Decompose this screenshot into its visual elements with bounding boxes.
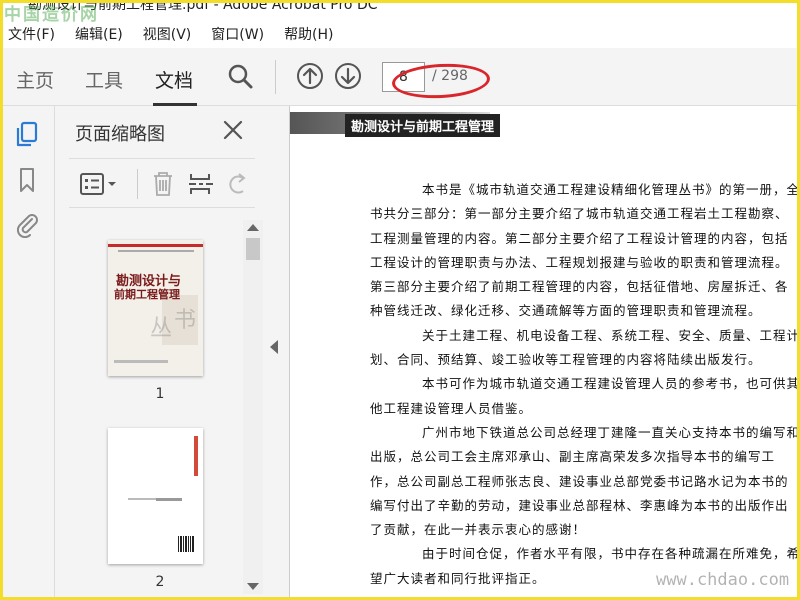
next-page-icon[interactable]: [334, 62, 362, 90]
rotate-page-icon[interactable]: [223, 171, 251, 197]
thumbnail-label-2: 2: [155, 574, 165, 590]
document-line: 划、合同、预结算、竣工验收等工程管理的内容将陆续出版发行。: [370, 352, 762, 368]
left-navigation-rail: [0, 106, 55, 600]
document-view[interactable]: 勘测设计与前期工程管理 本书是《城市轨道交通工程建设精细化管理丛书》的第一册，全…: [289, 106, 800, 600]
scrollbar-thumb[interactable]: [246, 238, 260, 260]
previous-page-icon[interactable]: [296, 62, 324, 90]
watermark-top-left: 中国造价网: [4, 5, 99, 25]
menu-bar: 文件(F) 编辑(E) 视图(V) 窗口(W) 帮助(H): [0, 20, 800, 48]
attachment-icon[interactable]: [13, 210, 41, 238]
toolbar-separator: [275, 60, 276, 94]
document-line: 本书是《城市轨道交通工程建设精细化管理丛书》的第一册，全: [422, 182, 800, 197]
thumbnail-list: 勘测设计与 前期工程管理 丛 书 1 2: [55, 218, 245, 600]
tab-document[interactable]: 文档: [155, 66, 193, 93]
document-line: 关于土建工程、机电设备工程、系统工程、安全、质量、工程计: [422, 327, 800, 343]
document-line: 工程设计的管理职责与办法、工程规划报建与验收的职责和管理流程。: [370, 254, 789, 270]
document-line: 他工程建设管理人员借鉴。: [370, 400, 533, 416]
thumbnail-tools: [69, 158, 255, 208]
document-line: 了贡献，在此一并表示衷心的感谢！: [370, 522, 587, 538]
tools-separator: [137, 169, 138, 199]
page-2-preview: [108, 428, 203, 564]
title-bar: 勘测设计与前期工程管理.pdf - Adobe Acrobat Pro DC: [0, 0, 800, 20]
doc-header-title: 勘测设计与前期工程管理: [345, 114, 501, 137]
document-line: 本书可作为城市轨道交通工程建设管理人员的参考书，也可供其: [422, 376, 800, 392]
delete-page-icon[interactable]: [149, 171, 177, 197]
search-icon[interactable]: [226, 62, 254, 90]
cover-big-char-2: 书: [174, 308, 197, 333]
tab-tools[interactable]: 工具: [85, 66, 123, 93]
cover-title-line2: 前期工程管理: [114, 288, 180, 301]
scroll-up-arrow[interactable]: [247, 224, 259, 231]
panel-title: 页面缩略图: [75, 124, 165, 145]
thumbnail-page-1[interactable]: 勘测设计与 前期工程管理 丛 书: [108, 240, 203, 376]
document-line: 书共分三部分：第一部分主要介绍了城市轨道交通工程岩土工程勘察、: [370, 206, 789, 222]
document-line: 工程测量管理的内容。第二部分主要介绍了工程设计管理的内容，包括: [370, 230, 789, 246]
document-line: 编写付出了辛勤的劳动，建设事业总部程林、李惠峰为本书的出版作出: [370, 497, 789, 513]
document-line: 第三部分主要介绍了前期工程管理的内容，包括征借地、房屋拆迁、各: [370, 279, 789, 295]
thumbnail-scrollbar[interactable]: [243, 220, 263, 594]
bookmark-icon[interactable]: [13, 166, 41, 194]
options-menu-icon[interactable]: [79, 171, 119, 197]
menu-edit[interactable]: 编辑(E): [75, 24, 123, 44]
menu-file[interactable]: 文件(F): [8, 24, 55, 44]
menu-help[interactable]: 帮助(H): [284, 24, 333, 44]
close-icon[interactable]: [221, 118, 245, 142]
document-body: 本书是《城市轨道交通工程建设精细化管理丛书》的第一册，全书共分三部分：第一部分主…: [370, 178, 800, 591]
thumbnail-label-1: 1: [155, 386, 165, 402]
cover-big-char-1: 丛: [150, 316, 173, 341]
watermark-bottom-right: www.chdao.com: [656, 570, 790, 590]
document-line: 作，总公司副总工程师张志良、建设事业总部党委书记路水记为本书的: [370, 473, 789, 489]
thumbnails-panel: 页面缩略图 勘测设计与 前期工程管理 丛 书 1 2: [55, 106, 265, 600]
menu-window[interactable]: 窗口(W): [211, 24, 264, 44]
scroll-down-arrow[interactable]: [247, 583, 259, 590]
document-line: 由于时间仓促，作者水平有限，书中存在各种疏漏在所难免，希: [422, 546, 800, 562]
menu-view[interactable]: 视图(V): [143, 24, 192, 44]
extract-page-icon[interactable]: [187, 171, 215, 197]
collapse-panel-arrow[interactable]: [270, 340, 278, 354]
document-line: 广州市地下铁道总公司总经理丁建隆一直关心支持本书的编写和: [422, 424, 800, 440]
document-line: 种管线迁改、绿化迁移、交通疏解等方面的管理职责和管理流程。: [370, 303, 762, 319]
thumbnail-page-2[interactable]: [108, 428, 203, 564]
tab-home[interactable]: 主页: [16, 66, 54, 93]
page-thumbnails-icon[interactable]: [13, 120, 41, 148]
document-line: 出版，总公司工会主席邓承山、副主席高荣发多次指导本书的编写工: [370, 449, 776, 465]
